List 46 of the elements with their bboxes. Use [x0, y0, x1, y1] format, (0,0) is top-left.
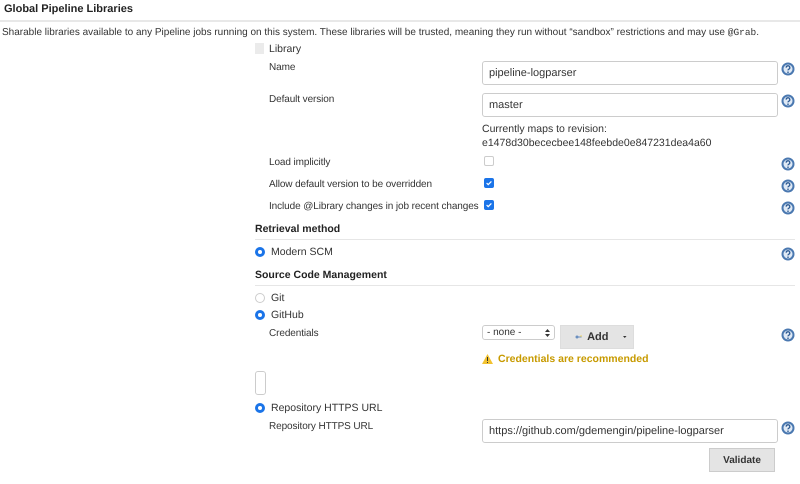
caret-icon: [623, 335, 627, 339]
radio-option[interactable]: Git: [255, 292, 284, 304]
checkbox-label: Allow default version to be overridden: [268, 178, 433, 190]
radio-option[interactable]: GitHub: [255, 308, 304, 320]
help-icon[interactable]: [781, 328, 795, 342]
revision-note: e1478d30bececbee148feebde0e847231dea4a60: [482, 136, 712, 150]
checkbox[interactable]: [484, 178, 494, 188]
help-icon[interactable]: [781, 421, 795, 435]
add-button[interactable]: Add: [560, 325, 634, 349]
field-label: Credentials: [268, 327, 320, 339]
revision-note: Currently maps to revision:: [482, 122, 608, 136]
radio[interactable]: [255, 310, 265, 320]
radio-option[interactable]: Repository HTTPS URL: [255, 402, 382, 414]
radio[interactable]: [255, 246, 265, 256]
drag-handle-icon[interactable]: [255, 43, 264, 54]
help-icon[interactable]: [781, 179, 795, 193]
url-field[interactable]: https://github.com/gdemengin/pipeline-logparser: [482, 419, 778, 443]
radio[interactable]: [255, 292, 265, 302]
text-field[interactable]: master: [482, 93, 778, 117]
empty-field[interactable]: [255, 371, 266, 395]
section-heading: Source Code Management: [255, 264, 795, 286]
radio-option[interactable]: Modern SCM: [255, 246, 333, 258]
warning-text: Credentials are recommended: [498, 353, 649, 365]
help-icon[interactable]: [781, 62, 795, 76]
help-icon[interactable]: [781, 247, 795, 261]
field-label: Repository HTTPS URL: [268, 420, 374, 432]
text-field[interactable]: pipeline-logparser: [482, 61, 778, 85]
key-icon: [575, 333, 582, 341]
description-text: Sharable libraries available to any Pipeline jobs running on this system. These libraries will be trusted, meaning they run without “sandbox” restrictions and may use @Grab.: [1, 26, 760, 40]
checkbox[interactable]: [484, 200, 494, 210]
warning-icon: [482, 354, 493, 364]
validate-button[interactable]: Validate: [709, 448, 775, 472]
help-icon[interactable]: [781, 201, 795, 215]
checkbox[interactable]: [484, 156, 494, 166]
section-title: Global Pipeline Libraries: [0, 0, 800, 22]
radio[interactable]: [255, 402, 265, 412]
help-icon[interactable]: [781, 157, 795, 171]
field-label: Name: [268, 61, 296, 73]
field-label: Default version: [268, 93, 336, 105]
checkbox-label: Load implicitly: [268, 156, 332, 168]
section-heading: Retrieval method: [255, 218, 795, 240]
checkbox-label: Include @Library changes in job recent changes: [268, 200, 480, 212]
help-icon[interactable]: [781, 94, 795, 108]
library-label: Library: [269, 42, 302, 54]
credentials-select[interactable]: - none -: [482, 325, 555, 340]
updown-icon: [545, 328, 550, 336]
